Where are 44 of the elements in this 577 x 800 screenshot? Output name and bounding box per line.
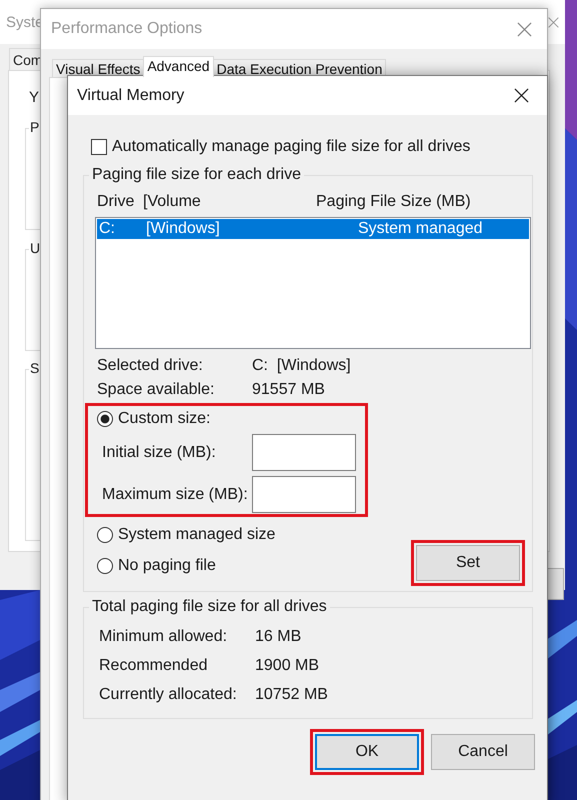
option-label: No paging file — [118, 557, 216, 575]
group-title: Paging file size for each drive — [91, 166, 302, 184]
info-label: Currently allocated: — [99, 686, 238, 704]
set-button[interactable]: Set — [416, 545, 520, 581]
info-label: Space available: — [97, 381, 216, 399]
window-title: Performance Options — [51, 20, 202, 38]
close-icon[interactable] — [514, 88, 529, 103]
volume-text: [Windows] — [146, 219, 221, 239]
checkbox-label: Automatically manage paging file size for all drives — [112, 138, 470, 156]
option-label: System managed size — [118, 526, 276, 544]
info-label: Recommended — [99, 657, 208, 675]
radio-button[interactable] — [97, 558, 113, 574]
input-field[interactable] — [252, 476, 356, 513]
column-header: [Volume — [143, 193, 202, 211]
tab[interactable]: Visual Effects — [52, 59, 144, 77]
info-value: 10752 MB — [255, 686, 329, 704]
option-label: Custom size: — [118, 410, 210, 428]
field-label: Initial size (MB): — [102, 444, 217, 462]
group-title: Total paging file size for all drives — [91, 598, 328, 616]
input-field[interactable] — [252, 434, 356, 471]
radio-button[interactable] — [97, 411, 113, 427]
info-value: 91557 MB — [252, 381, 326, 399]
text-line: Y — [29, 89, 40, 106]
info-label: Selected drive: — [97, 357, 204, 375]
info-value: 16 MB — [255, 628, 302, 646]
group-title: U — [29, 240, 42, 256]
button[interactable] — [547, 568, 564, 600]
tab[interactable]: Advanced — [143, 56, 214, 77]
group-title: S — [29, 360, 40, 376]
window-title: Virtual Memory — [77, 86, 184, 104]
info-label: Minimum allowed: — [99, 628, 228, 646]
cancel-button[interactable]: Cancel — [431, 734, 535, 770]
list-row[interactable]: C: [Windows] System managed — [97, 219, 529, 239]
field-label: Maximum size (MB): — [102, 486, 249, 504]
info-value: 1900 MB — [255, 657, 320, 675]
column-header: Paging File Size (MB) — [316, 193, 472, 211]
radio-button[interactable] — [97, 527, 113, 543]
group-title: P — [29, 119, 40, 135]
size-text: System managed — [358, 219, 484, 239]
checkbox[interactable] — [91, 139, 107, 155]
column-header: Drive — [97, 193, 136, 211]
info-value: C: [Windows] — [252, 357, 352, 375]
drive-text: C: — [99, 219, 116, 239]
ok-button[interactable]: OK — [315, 734, 419, 770]
